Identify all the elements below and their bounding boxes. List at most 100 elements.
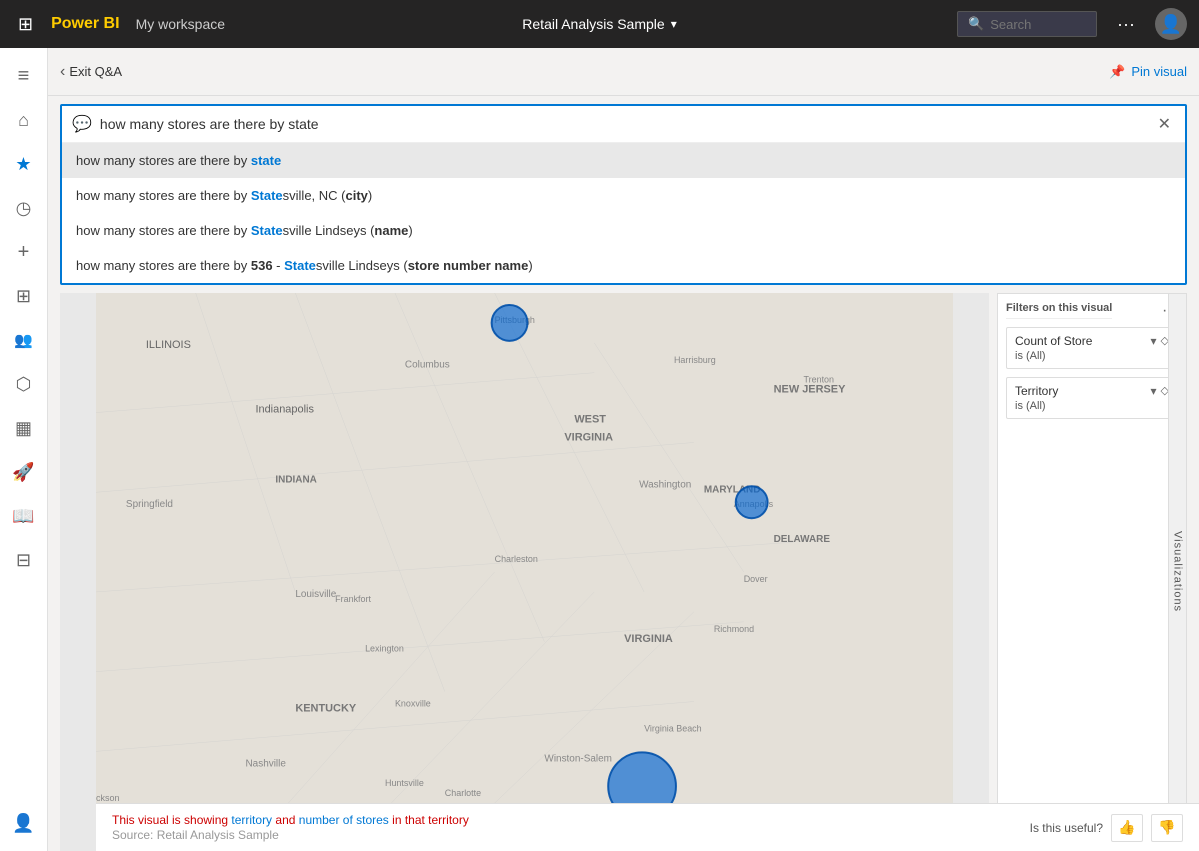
svg-text:Charleston: Charleston [495, 554, 538, 564]
svg-text:Dover: Dover [744, 574, 768, 584]
bottom-info-line2: Source: Retail Analysis Sample [112, 828, 1022, 842]
visualizations-tab[interactable]: Visualizations [1168, 294, 1186, 850]
svg-text:Charlotte: Charlotte [445, 788, 481, 798]
pin-visual-button[interactable]: 📌 Pin visual [1109, 64, 1187, 80]
qa-search-container: 💬 ✕ how many stores are there by state h… [60, 104, 1187, 285]
svg-text:VIRGINIA: VIRGINIA [564, 431, 613, 443]
viz-tab-label: Visualizations [1172, 531, 1184, 612]
filter-count-controls: ▾ ◇ [1151, 334, 1170, 348]
useful-label: Is this useful? [1030, 821, 1103, 835]
report-title[interactable]: Retail Analysis Sample [522, 16, 664, 32]
nav-more-button[interactable]: ··· [1109, 10, 1143, 39]
sidebar-item-favorites[interactable]: ★ [4, 144, 44, 184]
filter-count-chevron-icon[interactable]: ▾ [1151, 334, 1157, 348]
svg-text:Richmond: Richmond [714, 624, 754, 634]
svg-text:WEST: WEST [574, 414, 606, 426]
svg-text:INDIANA: INDIANA [275, 474, 316, 485]
qa-search-row: 💬 ✕ [62, 106, 1185, 142]
filters-title: Filters on this visual [1006, 302, 1112, 319]
pin-icon: 📌 [1109, 64, 1125, 80]
svg-text:Virginia Beach: Virginia Beach [644, 723, 702, 733]
main-content: 💬 ✕ how many stores are there by state h… [48, 96, 1199, 851]
sidebar-item-shared[interactable]: 👥 [4, 320, 44, 360]
filters-panel: Filters on this visual ··· Count of Stor… [997, 293, 1187, 851]
app-logo: Power BI [51, 15, 119, 33]
filter-territory-header: Territory ▾ ◇ [1015, 384, 1169, 398]
bottom-bar: This visual is showing territory and num… [96, 803, 1199, 851]
bottom-info-prefix: This visual is showing [112, 813, 231, 827]
svg-text:Frankfort: Frankfort [335, 594, 371, 604]
qa-clear-icon[interactable]: ✕ [1154, 112, 1175, 136]
bottom-info-stores: number of stores [299, 813, 389, 827]
qa-search-input[interactable] [100, 116, 1146, 132]
qa-suggestion-2[interactable]: how many stores are there by Statesville… [62, 213, 1185, 248]
avatar-icon: 👤 [1160, 14, 1182, 35]
svg-text:Huntsville: Huntsville [385, 778, 424, 788]
sidebar-item-home[interactable]: ⌂ [4, 100, 44, 140]
back-chevron-icon: ‹ [60, 63, 65, 81]
top-nav: ⊞ Power BI My workspace Retail Analysis … [0, 0, 1199, 48]
filter-territory[interactable]: Territory ▾ ◇ is (All) [1006, 377, 1178, 419]
bottom-useful: Is this useful? 👍 👎 [1030, 814, 1183, 842]
thumbs-down-button[interactable]: 👎 [1151, 814, 1183, 842]
sidebar-item-deployment[interactable]: 🚀 [4, 452, 44, 492]
sidebar-item-create[interactable]: + [4, 232, 44, 272]
nav-search-icon: 🔍 [968, 16, 984, 32]
svg-text:KENTUCKY: KENTUCKY [295, 703, 357, 715]
svg-text:Columbus: Columbus [405, 360, 450, 371]
sidebar-item-metrics[interactable]: ⬡ [4, 364, 44, 404]
svg-text:DELAWARE: DELAWARE [774, 534, 831, 545]
filter-count-header: Count of Store ▾ ◇ [1015, 334, 1169, 348]
filter-count-value: is (All) [1015, 350, 1169, 362]
svg-text:Harrisburg: Harrisburg [674, 355, 716, 365]
grid-icon[interactable]: ⊞ [12, 8, 39, 41]
workspace-label[interactable]: My workspace [136, 16, 225, 32]
qa-toolbar: ‹ Exit Q&A 📌 Pin visual [48, 48, 1199, 96]
svg-text:ckson: ckson [96, 793, 119, 803]
thumbs-up-button[interactable]: 👍 [1111, 814, 1143, 842]
svg-text:Trenton: Trenton [804, 375, 835, 385]
sidebar-item-profile[interactable]: 👤 [4, 803, 44, 843]
nav-title-center: Retail Analysis Sample ▾ [522, 16, 676, 32]
bottom-info-territory: territory [231, 813, 272, 827]
bottom-info-suffix: in that territory [389, 813, 469, 827]
exit-qa-label: Exit Q&A [69, 64, 122, 79]
svg-text:Knoxville: Knoxville [395, 699, 431, 709]
nav-search-input[interactable] [990, 17, 1086, 32]
qa-suggestion-1[interactable]: how many stores are there by Statesville… [62, 178, 1185, 213]
bottom-info-middle: and [272, 813, 299, 827]
filter-territory-name: Territory [1015, 384, 1058, 398]
exit-qa-button[interactable]: ‹ Exit Q&A [60, 63, 122, 81]
filter-territory-chevron-icon[interactable]: ▾ [1151, 384, 1157, 398]
filter-count-name: Count of Store [1015, 334, 1092, 348]
filter-territory-controls: ▾ ◇ [1151, 384, 1170, 398]
sidebar-hamburger[interactable]: ≡ [4, 56, 44, 96]
bottom-info: This visual is showing territory and num… [112, 813, 1022, 842]
sidebar-item-apps[interactable]: ⊞ [4, 276, 44, 316]
map-container[interactable]: ILLINOIS Indianapolis INDIANA Springfiel… [60, 293, 989, 851]
title-chevron-icon[interactable]: ▾ [671, 17, 677, 31]
qa-suggestions-dropdown: how many stores are there by state how m… [62, 142, 1185, 283]
pin-label: Pin visual [1131, 64, 1187, 79]
svg-text:Indianapolis: Indianapolis [255, 404, 314, 416]
nav-search-box[interactable]: 🔍 [957, 11, 1097, 37]
bottom-info-line1: This visual is showing territory and num… [112, 813, 1022, 827]
sidebar-item-workspaces[interactable]: ▦ [4, 408, 44, 448]
svg-text:Washington: Washington [639, 479, 691, 490]
qa-suggestion-3[interactable]: how many stores are there by 536 - State… [62, 248, 1185, 283]
map-svg: ILLINOIS Indianapolis INDIANA Springfiel… [60, 293, 989, 851]
sidebar-item-datahub[interactable]: ⊟ [4, 540, 44, 580]
svg-text:Louisville: Louisville [295, 589, 336, 600]
svg-text:Nashville: Nashville [246, 758, 287, 769]
map-filters-row: ILLINOIS Indianapolis INDIANA Springfiel… [60, 293, 1187, 851]
sidebar-item-recent[interactable]: ◷ [4, 188, 44, 228]
sidebar-item-learn[interactable]: 📖 [4, 496, 44, 536]
filter-count-of-store[interactable]: Count of Store ▾ ◇ is (All) [1006, 327, 1178, 369]
filter-territory-value: is (All) [1015, 400, 1169, 412]
avatar[interactable]: 👤 [1155, 8, 1187, 40]
qa-suggestion-0[interactable]: how many stores are there by state [62, 143, 1185, 178]
svg-text:Lexington: Lexington [365, 644, 404, 654]
nav-right: 🔍 ··· 👤 [957, 8, 1187, 40]
qa-chat-icon: 💬 [72, 114, 92, 134]
svg-text:VIRGINIA: VIRGINIA [624, 633, 673, 645]
